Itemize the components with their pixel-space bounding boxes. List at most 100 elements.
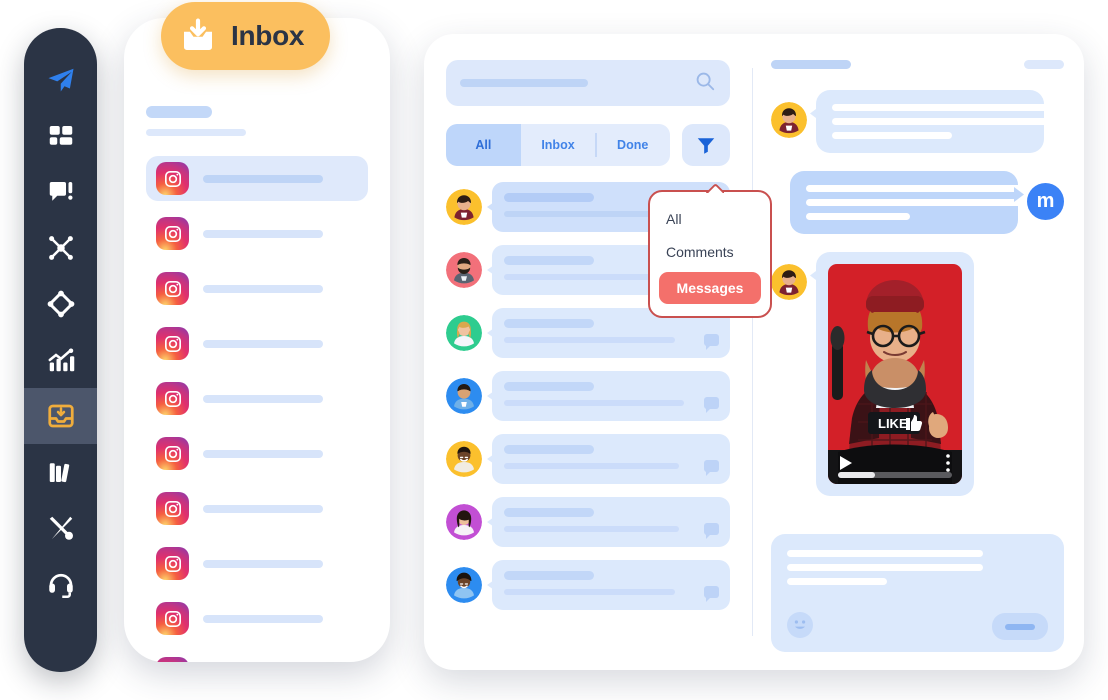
sidebar-item-engage[interactable] bbox=[24, 164, 97, 220]
phone-screen bbox=[124, 18, 390, 662]
table-row[interactable] bbox=[446, 434, 730, 484]
sidebar-item-publish[interactable] bbox=[24, 52, 97, 108]
message-media: LIKE bbox=[771, 252, 1064, 496]
message-bubble bbox=[492, 434, 730, 484]
send-button[interactable] bbox=[992, 613, 1048, 640]
sidebar bbox=[24, 28, 97, 672]
app-mockup: Inbox All Inbox Done All Comments Messag… bbox=[0, 0, 1108, 700]
filter-button[interactable] bbox=[682, 124, 730, 166]
list-item[interactable] bbox=[146, 376, 368, 421]
message-bubble bbox=[492, 497, 730, 547]
avatar bbox=[446, 378, 482, 414]
sidebar-item-inbox[interactable] bbox=[24, 388, 97, 444]
list-item-placeholder bbox=[203, 504, 323, 513]
filter-dropdown: All Comments Messages bbox=[648, 190, 772, 318]
sidebar-item-tools[interactable] bbox=[24, 500, 97, 556]
list-item[interactable] bbox=[146, 266, 368, 311]
listen-icon bbox=[47, 290, 74, 318]
inbox-badge-label: Inbox bbox=[231, 20, 305, 51]
sidebar-item-support[interactable] bbox=[24, 556, 97, 612]
list-item[interactable] bbox=[146, 486, 368, 531]
analytics-icon bbox=[48, 348, 74, 372]
dropdown-item-all[interactable]: All bbox=[650, 206, 770, 232]
filter-funnel-icon bbox=[697, 138, 715, 154]
comment-tag-icon bbox=[704, 460, 719, 472]
list-item-placeholder bbox=[203, 614, 323, 623]
dropdown-item-messages[interactable]: Messages bbox=[659, 272, 761, 304]
list-item[interactable] bbox=[146, 651, 368, 662]
list-item[interactable] bbox=[146, 431, 368, 476]
chat-title-placeholder bbox=[771, 59, 851, 69]
message-incoming bbox=[771, 90, 1064, 153]
list-item-placeholder bbox=[203, 284, 323, 293]
list-item-placeholder bbox=[203, 339, 323, 348]
avatar bbox=[446, 252, 482, 288]
message-composer[interactable] bbox=[771, 534, 1064, 652]
phone-title-placeholder bbox=[146, 106, 212, 118]
dropdown-arrow bbox=[706, 183, 724, 193]
table-row[interactable] bbox=[446, 560, 730, 610]
chat-header bbox=[771, 56, 1064, 72]
avatar bbox=[771, 264, 807, 300]
svg-text:LIKE: LIKE bbox=[878, 416, 908, 431]
avatar bbox=[771, 102, 807, 138]
comment-tag-icon bbox=[704, 523, 719, 535]
media-bubble: LIKE bbox=[816, 252, 974, 496]
video-thumbnail[interactable]: LIKE bbox=[828, 264, 962, 484]
support-icon bbox=[48, 573, 73, 598]
sidebar-item-library[interactable] bbox=[24, 444, 97, 500]
message-bubble bbox=[492, 560, 730, 610]
tab-inbox[interactable]: Inbox bbox=[521, 124, 596, 166]
instagram-icon bbox=[156, 657, 189, 662]
inbox-badge[interactable]: Inbox bbox=[161, 2, 331, 70]
list-item[interactable] bbox=[146, 596, 368, 641]
sidebar-item-analytics[interactable] bbox=[24, 332, 97, 388]
list-item-placeholder bbox=[203, 394, 323, 403]
inbox-app-card: All Inbox Done All Comments Messages m L… bbox=[424, 34, 1084, 670]
sidebar-item-network[interactable] bbox=[24, 220, 97, 276]
phone-subtitle-placeholder bbox=[146, 129, 246, 136]
list-item[interactable] bbox=[146, 211, 368, 256]
instagram-icon bbox=[156, 217, 189, 250]
avatar bbox=[446, 567, 482, 603]
instagram-icon bbox=[156, 162, 189, 195]
message-outgoing: m bbox=[771, 171, 1064, 234]
tools-icon bbox=[49, 516, 73, 540]
list-item[interactable] bbox=[146, 541, 368, 586]
message-bubble-outgoing bbox=[790, 171, 1024, 234]
send-icon bbox=[48, 68, 73, 92]
send-button-placeholder bbox=[1005, 623, 1035, 630]
avatar bbox=[446, 189, 482, 225]
search-input[interactable] bbox=[446, 60, 730, 106]
tab-done[interactable]: Done bbox=[595, 124, 670, 166]
table-row[interactable] bbox=[446, 371, 730, 421]
chat-action-placeholder[interactable] bbox=[1024, 59, 1064, 69]
instagram-icon bbox=[156, 437, 189, 470]
list-item-placeholder bbox=[203, 174, 323, 183]
smiley-icon[interactable] bbox=[787, 612, 813, 638]
dashboard-icon bbox=[49, 126, 72, 145]
filter-toolbar: All Inbox Done bbox=[446, 124, 730, 166]
dropdown-item-comments[interactable]: Comments bbox=[650, 239, 770, 265]
conversation-list-column: All Inbox Done All Comments Messages bbox=[424, 34, 772, 670]
instagram-icon bbox=[156, 382, 189, 415]
avatar bbox=[446, 315, 482, 351]
inbox-download-icon bbox=[184, 18, 212, 51]
library-icon bbox=[49, 463, 69, 483]
comment-tag-icon bbox=[704, 397, 719, 409]
list-item[interactable] bbox=[146, 156, 368, 201]
table-row[interactable] bbox=[446, 497, 730, 547]
tab-all[interactable]: All bbox=[446, 124, 521, 166]
list-item[interactable] bbox=[146, 321, 368, 366]
instagram-icon bbox=[156, 547, 189, 580]
sidebar-item-dashboard[interactable] bbox=[24, 108, 97, 164]
instagram-icon bbox=[156, 492, 189, 525]
inbox-icon bbox=[47, 404, 74, 428]
avatar bbox=[446, 504, 482, 540]
search-icon bbox=[694, 70, 716, 97]
list-item-placeholder bbox=[203, 449, 323, 458]
list-item-placeholder bbox=[203, 229, 323, 238]
sidebar-item-listen[interactable] bbox=[24, 276, 97, 332]
comment-tag-icon bbox=[704, 586, 719, 598]
network-icon bbox=[48, 236, 73, 260]
